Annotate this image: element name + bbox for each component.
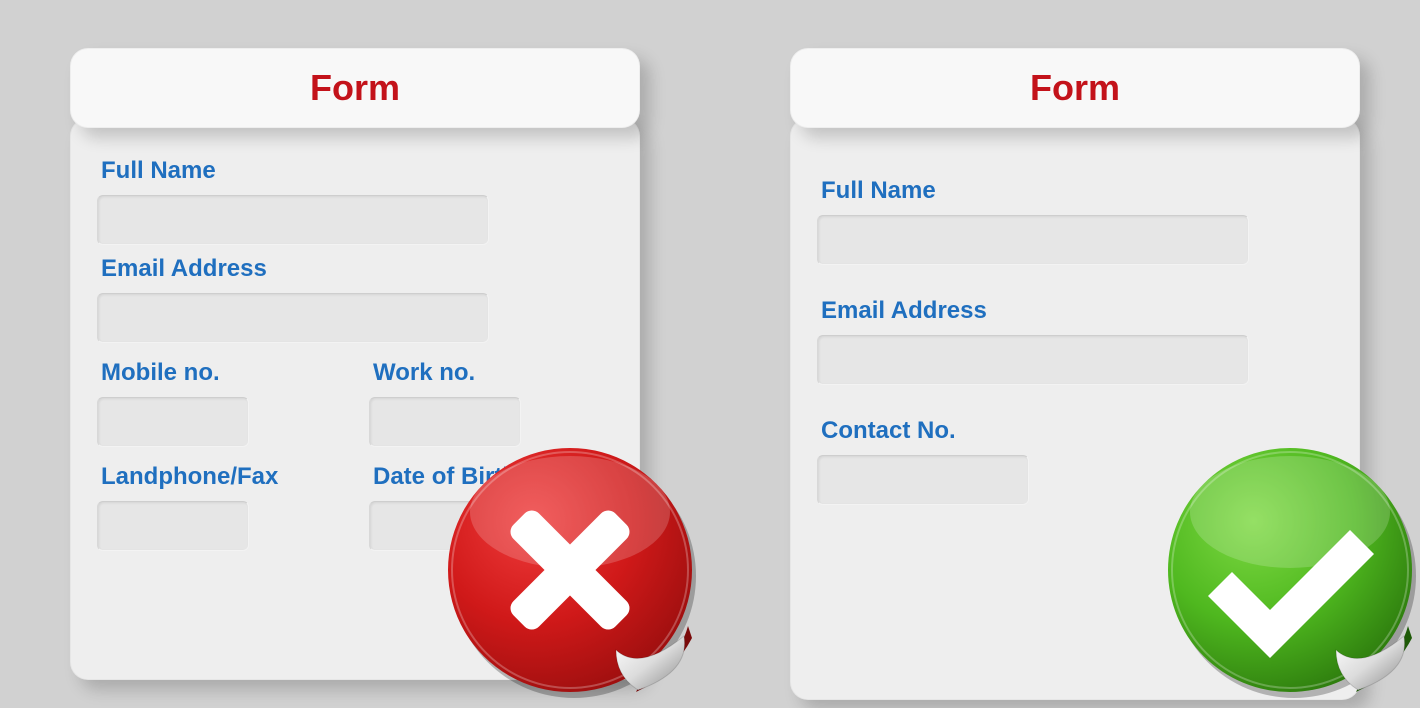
correct-sticker — [1160, 440, 1420, 700]
input-landphone[interactable] — [97, 501, 249, 551]
label-email-good: Email Address — [821, 297, 1333, 325]
incorrect-sticker — [440, 440, 700, 700]
input-full-name[interactable] — [97, 195, 489, 245]
input-full-name-good[interactable] — [817, 215, 1249, 265]
check-icon — [1160, 440, 1420, 700]
good-form-title: Form — [1030, 67, 1120, 109]
label-full-name-good: Full Name — [821, 177, 1333, 205]
bad-form-title: Form — [310, 67, 400, 109]
label-landphone: Landphone/Fax — [101, 463, 341, 491]
good-form-header: Form — [790, 48, 1360, 128]
bad-form-header: Form — [70, 48, 640, 128]
x-icon — [440, 440, 700, 700]
label-email: Email Address — [101, 255, 613, 283]
label-work: Work no. — [373, 359, 613, 387]
label-mobile: Mobile no. — [101, 359, 341, 387]
comparison-diagram: Form Full Name Email Address Mobile no. … — [0, 0, 1420, 708]
input-contact[interactable] — [817, 455, 1029, 505]
input-mobile[interactable] — [97, 397, 249, 447]
input-email[interactable] — [97, 293, 489, 343]
label-full-name: Full Name — [101, 157, 613, 185]
input-email-good[interactable] — [817, 335, 1249, 385]
